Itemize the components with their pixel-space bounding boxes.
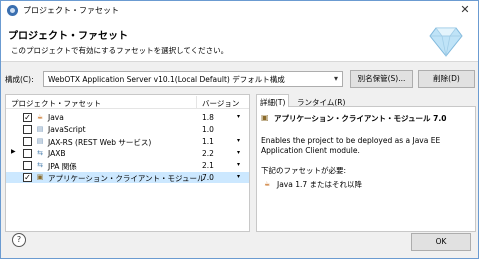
save-as-button[interactable]: 別名保管(S)...: [350, 70, 413, 88]
tab-details[interactable]: 詳細(T): [256, 94, 290, 107]
requirements-label: 下記のファセットが必要:: [261, 166, 347, 175]
facet-name: JPA 関係: [48, 162, 77, 171]
facet-row-app-client-module[interactable]: ✓ ▣ アプリケーション・クライアント・モジュール 7.0 ▾: [6, 172, 249, 183]
facet-version: 1.1: [202, 137, 214, 146]
dropdown-arrow-icon[interactable]: ▾: [237, 161, 240, 168]
facet-version: 7.0: [202, 173, 214, 182]
checkbox[interactable]: ✓: [23, 113, 32, 122]
gem-icon: [429, 27, 463, 57]
configuration-select[interactable]: WebOTX Application Server v10.1(Local De…: [43, 71, 343, 87]
check-icon: ✓: [24, 113, 31, 122]
facet-row-javascript[interactable]: ▤ JavaScript 1.0: [6, 124, 249, 135]
app-client-icon: ▣: [261, 113, 269, 122]
facet-version: 2.2: [202, 149, 214, 158]
details-title: アプリケーション・クライアント・モジュール 7.0: [274, 114, 447, 123]
title-bar: プロジェクト・ファセット ✕: [1, 1, 478, 20]
chevron-down-icon: ▾: [333, 74, 338, 83]
window-title: プロジェクト・ファセット: [23, 6, 119, 15]
app-client-icon: ▣: [36, 173, 44, 181]
details-body: ▣ アプリケーション・クライアント・モジュール 7.0 Enables the …: [256, 106, 476, 232]
facet-row-jaxrs[interactable]: ▤ JAX-RS (REST Web サービス) 1.1 ▾: [6, 136, 249, 147]
header-title: プロジェクト・ファセット: [8, 31, 128, 42]
configuration-row: 構成(C): WebOTX Application Server v10.1(L…: [5, 69, 475, 89]
check-icon: ✓: [24, 173, 31, 182]
facets-table: プロジェクト・ファセット バージョン ✓ ☕ Java 1.8 ▾ ▤ Java…: [5, 94, 250, 232]
facet-version: 1.8: [202, 113, 214, 122]
requirement-item: Java 1.7 またはそれ以降: [277, 180, 363, 189]
checkbox[interactable]: [23, 137, 32, 146]
checkbox[interactable]: ✓: [23, 173, 32, 182]
checkbox[interactable]: [23, 149, 32, 158]
close-button[interactable]: ✕: [458, 3, 472, 17]
javascript-icon: ▤: [36, 125, 44, 133]
configuration-label: 構成(C):: [5, 75, 34, 84]
facets-table-header: プロジェクト・ファセット バージョン: [6, 95, 249, 109]
dropdown-arrow-icon[interactable]: ▾: [237, 149, 240, 156]
facet-version: 2.1: [202, 161, 214, 170]
checkbox[interactable]: [23, 161, 32, 170]
java-icon: ☕: [264, 180, 271, 188]
details-panel: 詳細(T) ランタイム(R) ▣ アプリケーション・クライアント・モジュール 7…: [256, 94, 476, 232]
header-description: このプロジェクトで有効にするファセットを選択してください。: [11, 46, 229, 55]
column-divider: [196, 96, 197, 108]
dropdown-arrow-icon[interactable]: ▾: [237, 137, 240, 144]
facet-row-java[interactable]: ✓ ☕ Java 1.8 ▾: [6, 112, 249, 123]
help-button[interactable]: ?: [12, 233, 26, 247]
jaxrs-icon: ▤: [36, 137, 44, 145]
facet-name: JAXB: [48, 149, 66, 158]
facet-row-jaxb[interactable]: ▶ ⇆ JAXB 2.2 ▾: [6, 148, 249, 159]
delete-button[interactable]: 削除(D): [418, 70, 475, 88]
column-header-facet[interactable]: プロジェクト・ファセット: [11, 98, 101, 109]
expand-arrow-icon[interactable]: ▶: [11, 148, 19, 155]
column-header-version[interactable]: バージョン: [202, 98, 239, 109]
configuration-value: WebOTX Application Server v10.1(Local De…: [48, 75, 285, 84]
eclipse-app-icon: [7, 5, 18, 16]
facet-name: Java: [48, 113, 64, 122]
dialog-header: プロジェクト・ファセット このプロジェクトで有効にするファセットを選択してくださ…: [1, 20, 478, 62]
dropdown-arrow-icon[interactable]: ▾: [237, 113, 240, 120]
facet-name: アプリケーション・クライアント・モジュール: [48, 174, 205, 183]
checkbox[interactable]: [23, 125, 32, 134]
java-icon: ☕: [36, 113, 44, 121]
jpa-icon: ⇆: [37, 161, 43, 169]
ok-button[interactable]: OK: [411, 233, 471, 251]
project-facets-dialog: プロジェクト・ファセット ✕ プロジェクト・ファセット このプロジェクトで有効に…: [0, 0, 479, 259]
facet-version: 1.0: [202, 125, 214, 134]
facet-row-jpa[interactable]: ⇆ JPA 関係 2.1 ▾: [6, 160, 249, 171]
details-description: Enables the project to be deployed as a …: [261, 136, 441, 155]
dropdown-arrow-icon[interactable]: ▾: [237, 173, 240, 180]
facet-name: JavaScript: [48, 125, 86, 134]
jaxb-icon: ⇆: [37, 149, 43, 157]
facet-name: JAX-RS (REST Web サービス): [48, 138, 152, 147]
